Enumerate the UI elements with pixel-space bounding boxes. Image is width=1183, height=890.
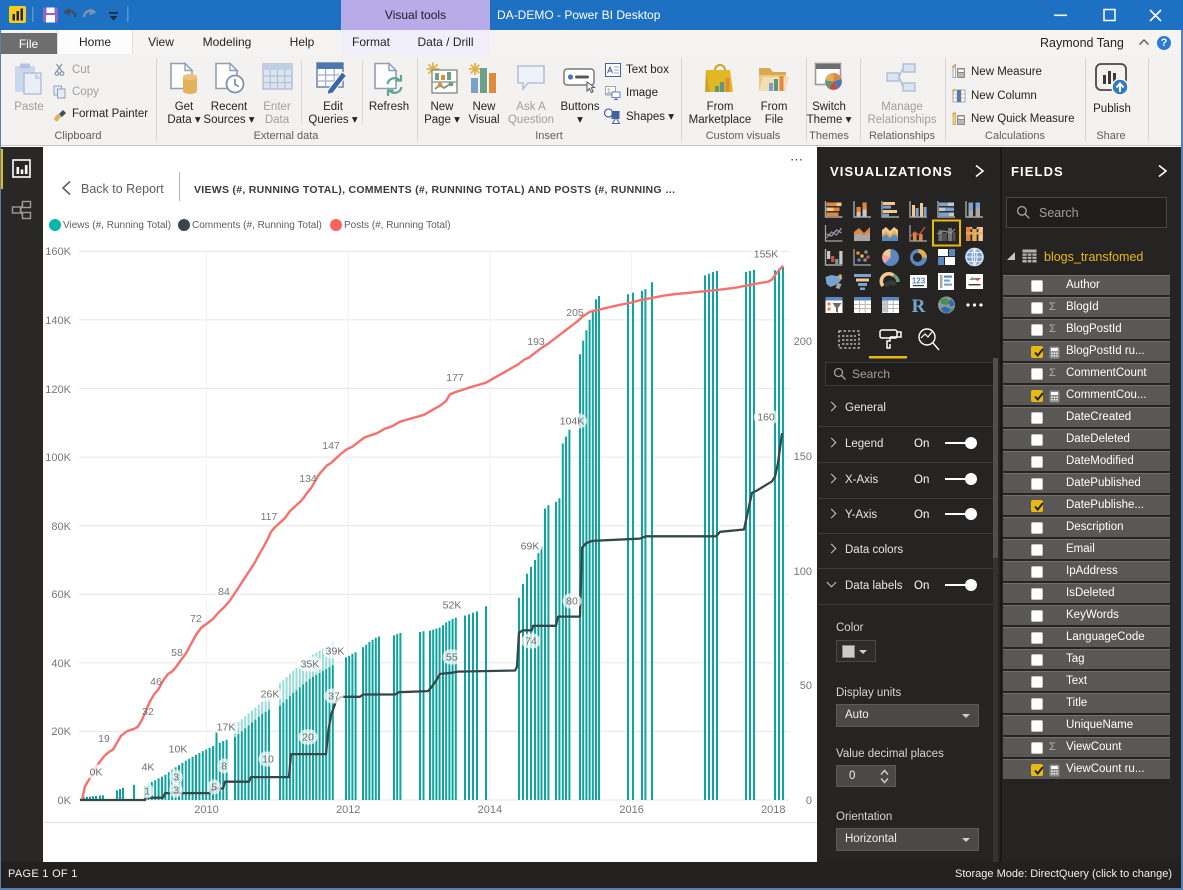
svg-text:50: 50 xyxy=(800,680,812,692)
svg-text:32: 32 xyxy=(142,706,154,718)
svg-text:0K: 0K xyxy=(90,767,103,779)
svg-text:100K: 100K xyxy=(45,452,71,464)
svg-text:155K: 155K xyxy=(754,249,779,261)
svg-text:3: 3 xyxy=(173,772,179,784)
svg-text:2018: 2018 xyxy=(761,804,785,816)
svg-text:39K: 39K xyxy=(326,646,345,658)
svg-text:10: 10 xyxy=(262,754,274,766)
svg-text:80: 80 xyxy=(566,596,578,608)
svg-text:19: 19 xyxy=(98,733,110,745)
svg-text:3: 3 xyxy=(173,785,179,797)
svg-text:58: 58 xyxy=(171,647,183,659)
svg-text:2010: 2010 xyxy=(194,804,218,816)
svg-text:120K: 120K xyxy=(45,384,71,396)
svg-text:100: 100 xyxy=(794,566,812,578)
svg-text:20K: 20K xyxy=(51,726,71,738)
svg-text:177: 177 xyxy=(446,372,464,384)
svg-text:2016: 2016 xyxy=(619,804,643,816)
svg-text:17K: 17K xyxy=(217,722,236,734)
svg-text:46: 46 xyxy=(150,676,162,688)
svg-text:37: 37 xyxy=(328,691,340,703)
svg-text:5: 5 xyxy=(211,782,217,794)
svg-text:160: 160 xyxy=(757,412,775,424)
svg-text:R: R xyxy=(912,296,926,317)
svg-text:147: 147 xyxy=(322,440,340,452)
svg-text:84: 84 xyxy=(218,586,230,598)
svg-text:20: 20 xyxy=(302,732,314,744)
svg-text:140K: 140K xyxy=(45,315,71,327)
svg-text:26K: 26K xyxy=(261,689,280,701)
svg-text:80K: 80K xyxy=(51,521,71,533)
svg-text:134: 134 xyxy=(299,473,317,485)
svg-text:55: 55 xyxy=(446,652,458,664)
svg-text:2014: 2014 xyxy=(478,804,502,816)
svg-text:60K: 60K xyxy=(51,589,71,601)
svg-text:0: 0 xyxy=(806,795,812,807)
svg-text:1: 1 xyxy=(144,786,150,798)
svg-text:160K: 160K xyxy=(45,246,71,258)
svg-text:200: 200 xyxy=(794,336,812,348)
svg-text:117: 117 xyxy=(261,511,278,523)
svg-text:150: 150 xyxy=(794,451,812,463)
svg-text:10K: 10K xyxy=(169,744,188,756)
svg-text:74: 74 xyxy=(525,636,537,648)
svg-text:52K: 52K xyxy=(443,600,462,612)
svg-text:123: 123 xyxy=(912,277,926,286)
svg-text:35K: 35K xyxy=(301,659,320,671)
svg-text:72: 72 xyxy=(190,613,202,625)
svg-text:8: 8 xyxy=(221,761,227,773)
svg-text:40K: 40K xyxy=(51,658,71,670)
svg-text:193: 193 xyxy=(527,336,545,348)
svg-text:205: 205 xyxy=(566,307,584,319)
svg-text:4K: 4K xyxy=(142,762,155,774)
svg-text:0K: 0K xyxy=(58,795,72,807)
svg-text:69K: 69K xyxy=(521,541,540,553)
svg-text:104K: 104K xyxy=(560,416,585,428)
svg-text:2012: 2012 xyxy=(336,804,360,816)
